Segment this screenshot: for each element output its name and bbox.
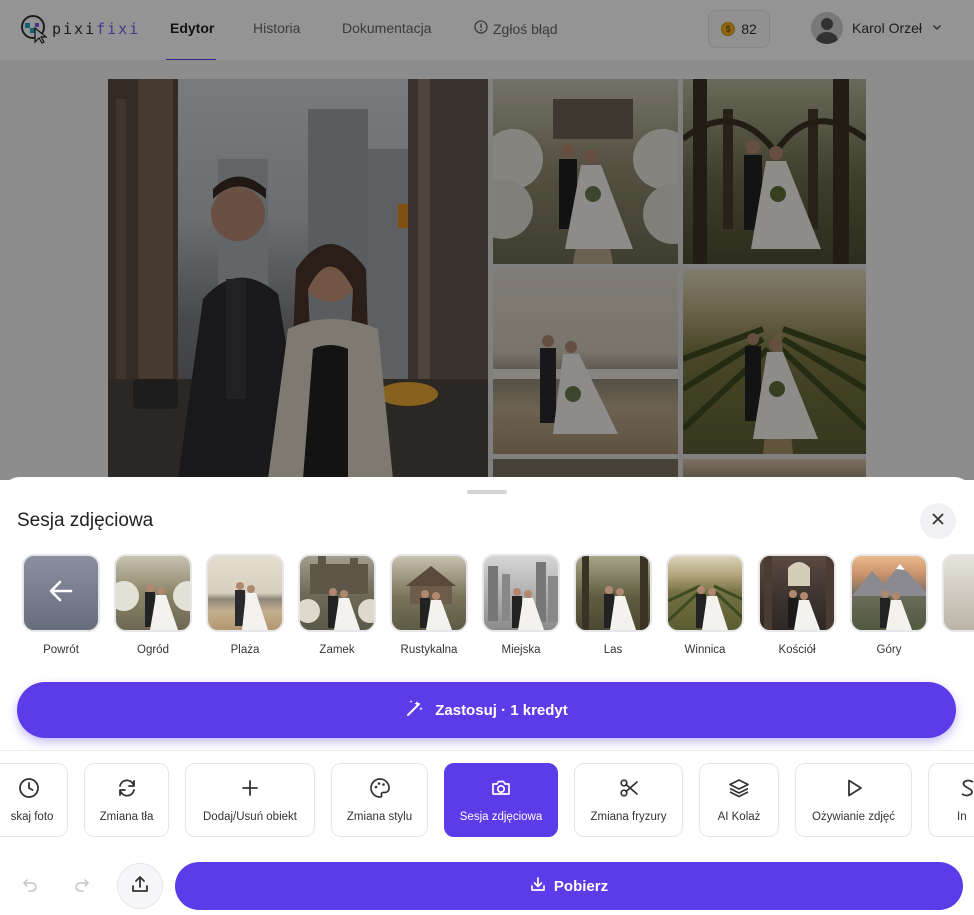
tool-label: Ożywianie zdjęć [811,811,896,823]
style-label: Ogród [137,644,169,656]
style-thumbnail [666,554,744,632]
style-thumbnail [298,554,376,632]
arrow-left-icon [47,577,75,610]
apply-button[interactable]: Zastosuj · 1 kredyt [17,682,956,738]
style-label: Kościół [778,644,816,656]
style-option-forest[interactable]: Las [573,554,653,656]
tool-background-change[interactable]: Zmiana tła [84,763,169,837]
footer-actions: Pobierz [0,857,974,915]
plus-icon [239,777,261,802]
redo-button[interactable] [70,875,94,899]
modal-backdrop[interactable] [0,0,974,480]
magic-wand-icon [405,698,425,722]
tool-ai-collage[interactable]: AI Kolaż [699,763,779,837]
upload-button[interactable] [117,863,163,909]
s-icon [957,777,974,802]
sheet-title: Sesja zdjęciowa [17,510,154,531]
style-thumbnail [390,554,468,632]
style-label: Zamek [319,644,355,656]
tool-label: Dodaj/Usuń obiekt [203,811,297,823]
style-option-mountains[interactable]: Góry [849,554,929,656]
tool-style-change[interactable]: Zmiana stylu [331,763,428,837]
style-option-vineyard[interactable]: Winnica [665,554,745,656]
redo-icon [74,877,90,898]
style-thumbnail [850,554,928,632]
tool-label: In [957,811,967,823]
tool-label: Zmiana tła [99,811,154,823]
apply-button-label: Zastosuj · 1 kredyt [435,701,568,719]
tool-hairstyle-change[interactable]: Zmiana fryzury [574,763,683,837]
clock-icon [18,777,40,802]
upload-icon [130,874,150,899]
style-thumbnail [758,554,836,632]
style-option-garden[interactable]: Ogród [113,554,193,656]
download-button[interactable]: Pobierz [175,862,963,910]
style-thumbnail [206,554,284,632]
style-label: Winnica [684,644,726,656]
tool-label: AI Kolaż [717,811,761,823]
tool-animate-photo[interactable]: Ożywianie zdjęć [795,763,912,837]
tool-restore-photo[interactable]: skaj foto [0,763,68,837]
download-icon [530,876,546,896]
tool-partial[interactable]: In [928,763,974,837]
style-label: Góry [876,644,902,656]
bottom-sheet: Sesja zdjęciowa Powrót Ogród Plaża Zamek… [0,477,974,915]
tool-photo-session[interactable]: Sesja zdjęciowa [444,763,558,837]
style-option-rustic[interactable]: Rustykalna [389,554,469,656]
camera-icon [490,777,512,802]
tools-bar: skaj foto Zmiana tła Dodaj/Usuń obiekt Z… [0,763,974,839]
tool-add-remove-object[interactable]: Dodaj/Usuń obiekt [185,763,315,837]
undo-icon [22,877,38,898]
style-option-city[interactable]: Miejska [481,554,561,656]
refresh-icon [116,777,138,802]
style-option-church[interactable]: Kościół [757,554,837,656]
style-label: Powrót [43,644,79,656]
layers-icon [728,777,750,802]
style-option-castle[interactable]: Zamek [297,554,377,656]
style-picker: Powrót Ogród Plaża Zamek Rustykalna Miej… [22,554,974,664]
style-label: Rustykalna [400,644,458,656]
palette-icon [369,777,391,802]
style-thumbnail [482,554,560,632]
style-label: Las [603,644,623,656]
download-button-label: Pobierz [553,877,609,895]
style-option-partial[interactable] [941,554,974,632]
style-thumbnail [942,554,974,632]
tool-label: Zmiana stylu [346,811,413,823]
tool-label: skaj foto [10,811,54,823]
tool-label: Sesja zdjęciowa [459,811,543,823]
style-label: Miejska [501,644,541,656]
tool-label: Zmiana fryzury [590,811,667,823]
divider [0,750,974,751]
scissors-icon [618,777,640,802]
drag-handle[interactable] [467,490,507,494]
undo-button[interactable] [18,875,42,899]
style-label: Plaża [230,644,260,656]
style-thumbnail [114,554,192,632]
close-icon [931,512,945,531]
style-option-beach[interactable]: Plaża [205,554,285,656]
style-thumbnail [574,554,652,632]
style-back-button[interactable]: Powrót [22,554,101,656]
style-thumbnail [22,554,100,632]
close-button[interactable] [920,503,956,539]
play-icon [843,777,865,802]
